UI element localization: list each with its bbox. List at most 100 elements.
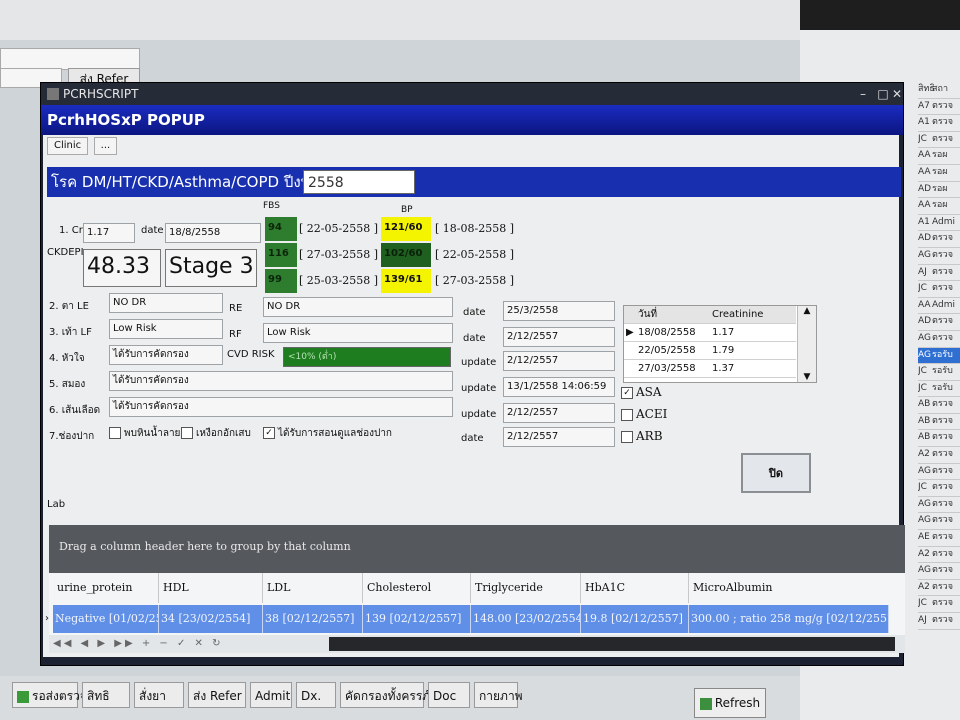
list-item[interactable]: JC ตรวจ [918,480,960,497]
horizontal-scrollbar[interactable] [329,637,895,651]
eye-le-value: NO DR [109,293,223,313]
mouth-option-1[interactable]: พบหินน้ำลาย [109,427,180,441]
checkbox-checked-icon[interactable]: ✓ [263,427,275,439]
creatinine-scrollbar[interactable]: ▲ ▼ [797,306,816,382]
toolbar-button[interactable]: Admit [250,682,292,708]
year-input[interactable]: 2558 [303,170,415,194]
right-grid-status: ตรวจ [932,332,954,343]
ckd-stage: Stage 3 [165,249,257,287]
cr-date-label: date [141,225,164,236]
tab-clinic[interactable]: Clinic [47,137,89,155]
col-hba1c[interactable]: HbA1C [581,573,689,603]
list-item[interactable]: AAAdmi [918,298,960,315]
scroll-down-icon[interactable]: ▼ [798,372,816,382]
list-item[interactable]: ADตรวจ [918,314,960,331]
tab-more[interactable]: ... [93,137,118,155]
toolbar-button[interactable]: กายภาพ [474,682,523,708]
right-grid-code: JC [918,382,927,393]
tab-lab[interactable]: Lab [47,499,65,510]
list-item[interactable]: AGตรวจ [918,563,960,580]
list-item[interactable]: AGตรวจ [918,464,960,481]
navigator-icons[interactable]: ◀◀ ◀ ▶ ▶▶ + − ✓ ✕ ↻ [53,638,223,649]
right-panel-dark-header [800,0,960,30]
list-item[interactable]: A2 ตรวจ [918,547,960,564]
col-date-header[interactable]: วันที่ [638,306,657,323]
list-item[interactable]: JC ตรวจ [918,132,960,149]
list-item[interactable]: AB ตรวจ [918,430,960,448]
minimize-icon[interactable]: – [853,83,873,105]
toolbar-button[interactable]: รอส่งตรวจ [12,682,87,708]
mouth-option-2[interactable]: เหงือกอักเสบ [181,427,251,441]
list-item[interactable]: AAรอผ [918,198,960,215]
list-item[interactable]: AGตรวจ [918,248,960,265]
creatinine-grid[interactable]: วันที่ Creatinine ▶ 18/08/2558 1.17 22/0… [623,305,817,383]
list-item[interactable]: AJ ตรวจ [918,613,960,630]
toolbar-button[interactable]: คัดกรองทั้งครรภ์ [340,682,430,708]
list-item[interactable]: AE ตรวจ [918,530,960,547]
med-acei[interactable]: ACEI [621,407,667,421]
list-item[interactable]: JC รอรับ [918,381,960,398]
right-grid-code: A1 [918,216,930,227]
list-item[interactable]: JC ตรวจ [918,596,960,613]
list-item[interactable]: AGรอรับ [918,347,960,365]
group-by-panel[interactable]: Drag a column header here to group by th… [49,525,905,573]
list-item[interactable]: A1 Admi [918,215,960,232]
right-grid-code: AA [918,166,931,177]
list-item[interactable]: AJ ตรวจ [918,265,960,282]
col-hdl[interactable]: HDL [159,573,263,603]
med-arb[interactable]: ARB [621,429,663,443]
toolbar-button[interactable]: ส่ง Refer [188,682,246,708]
right-grid-status: ตรวจ [932,233,954,244]
close-icon[interactable]: ✕ [887,83,907,105]
list-item[interactable]: ADตรวจ [918,231,960,248]
toolbar-button-label: ส่ง Refer [193,689,242,703]
right-grid-status: ตรวจ [932,133,954,144]
col-microalbumin[interactable]: MicroAlbumin [689,573,887,603]
list-item[interactable]: ADรอผ [918,182,960,199]
col-ldl[interactable]: LDL [263,573,363,603]
col-creatinine-header[interactable]: Creatinine [712,306,763,323]
list-item[interactable]: AAรอผ [918,148,960,165]
right-grid-code: A2 [918,581,930,592]
table-row[interactable]: ▶ 18/08/2558 1.17 [624,324,796,342]
checkbox-icon[interactable] [621,430,633,443]
list-item[interactable]: JC ตรวจ [918,281,960,298]
med-asa[interactable]: ✓ ASA [621,385,662,399]
right-patient-grid[interactable]: สิทธิสถา A7 ตรวจ A1 ตรวจ JC ตรวจ AAรอผ AAรอผ ADรอ… [918,82,960,630]
list-item[interactable]: AGตรวจ [918,513,960,531]
right-grid-header[interactable]: สิทธิสถา [918,82,960,99]
list-item[interactable]: AGตรวจ [918,497,960,514]
checkbox-checked-icon[interactable]: ✓ [621,386,633,399]
popup-header: PcrhHOSxP POPUP [41,105,903,135]
table-row[interactable]: 27/03/2558 1.37 [624,360,796,378]
refresh-button[interactable]: Refresh [694,688,766,718]
bp-date-2: [ 22-05-2558 ] [435,248,514,261]
mouth-date-label: date [461,433,484,444]
col-cholesterol[interactable]: Cholesterol [363,573,471,603]
list-item[interactable]: AGตรวจ [918,331,960,348]
col-triglyceride[interactable]: Triglyceride [471,573,581,603]
checkbox-icon[interactable] [181,427,193,439]
toolbar-button[interactable]: Dx. [296,682,336,708]
list-item[interactable]: A1 ตรวจ [918,115,960,132]
table-row[interactable]: 22/05/2558 1.79 [624,342,796,360]
checkbox-icon[interactable] [621,408,633,421]
checkbox-icon[interactable] [109,427,121,439]
col-urine-protein[interactable]: urine_protein [53,573,159,603]
list-item[interactable]: A2 ตรวจ [918,580,960,597]
window-titlebar: PCRHSCRIPT – □ ✕ [41,83,903,105]
mouth-option-3[interactable]: ✓ ได้รับการสอนดูแลช่องปาก [263,427,392,441]
right-grid-status: รอผ [932,166,948,177]
toolbar-button[interactable]: สิทธิ [82,682,130,708]
toolbar-button[interactable]: Doc [428,682,470,708]
list-item[interactable]: AAรอผ [918,165,960,182]
list-item[interactable]: AB ตรวจ [918,414,960,431]
close-button[interactable]: ปิด [741,453,811,493]
toolbar-button[interactable]: สั่งยา [134,682,184,708]
list-item[interactable]: JC รอรับ [918,364,960,381]
background-input[interactable] [0,48,140,70]
list-item[interactable]: A2 ตรวจ [918,447,960,464]
list-item[interactable]: A7 ตรวจ [918,99,960,116]
list-item[interactable]: AB ตรวจ [918,397,960,414]
scroll-up-icon[interactable]: ▲ [798,306,816,316]
